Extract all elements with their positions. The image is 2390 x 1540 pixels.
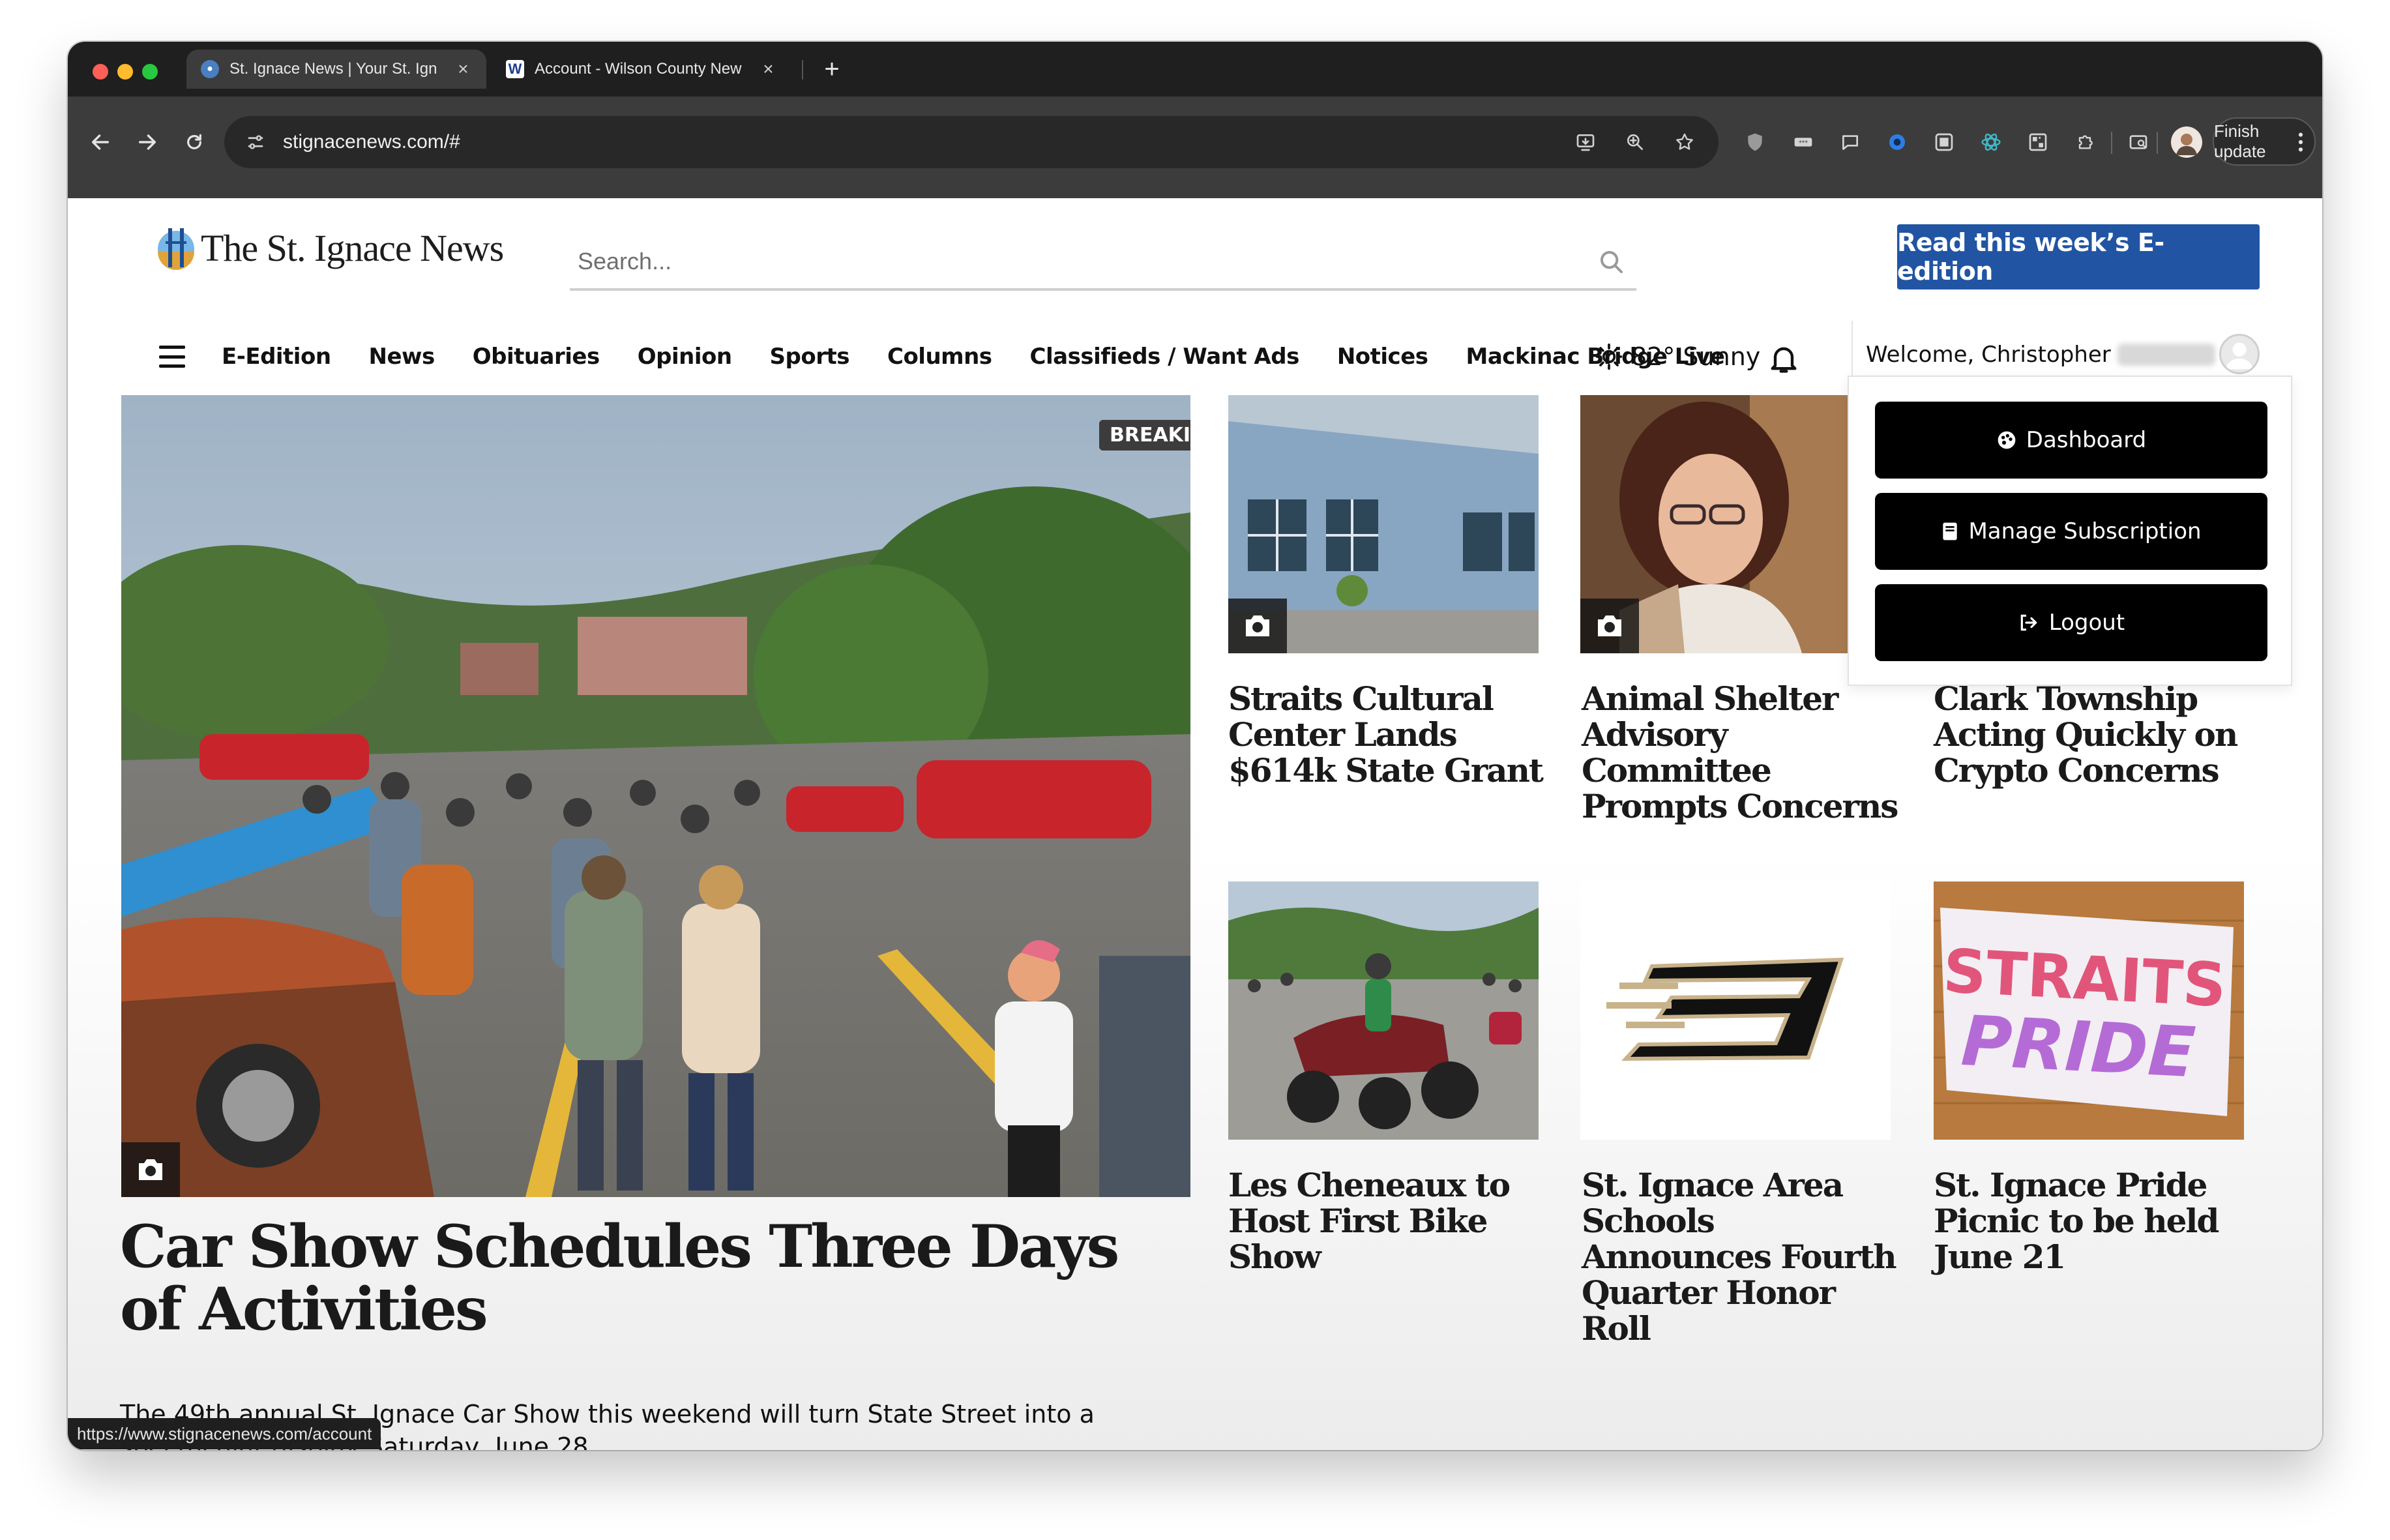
read-eedition-button[interactable]: Read this week’s E-edition: [1897, 224, 2260, 289]
zoom-icon[interactable]: [1617, 124, 1653, 160]
hero-story-image[interactable]: BREAKING: [121, 395, 1190, 1197]
site-search: [570, 235, 1636, 291]
weather-text: 82° Sunny: [1631, 342, 1761, 371]
back-arrow-icon[interactable]: [81, 123, 120, 162]
story-title[interactable]: Straits Cultural Center Lands $614k Stat…: [1228, 681, 1554, 788]
camera-icon: [1580, 599, 1639, 653]
address-bar[interactable]: stignacenews.com/#: [224, 116, 1719, 168]
dashboard-label: Dashboard: [2026, 427, 2147, 453]
search-icon[interactable]: [1599, 249, 1625, 275]
zoom-window-button[interactable]: [142, 64, 158, 80]
browser-menu-icon[interactable]: [2291, 125, 2310, 159]
camera-icon: [121, 1142, 180, 1197]
site-title: The St. Ignace News: [201, 226, 504, 269]
password-extension-icon[interactable]: ***: [1786, 125, 1820, 159]
sun-icon: [1595, 343, 1623, 370]
tab-label: St. Ignace News | Your St. Ign: [229, 60, 437, 78]
story-title[interactable]: Les Cheneaux to Host First Bike Show: [1228, 1167, 1554, 1275]
redacted-name: [2117, 344, 2215, 366]
story-image[interactable]: STRAITS PRIDE: [1934, 881, 2244, 1140]
nav-item-obituaries[interactable]: Obituaries: [473, 344, 600, 370]
dashboard-button[interactable]: Dashboard: [1875, 402, 2267, 479]
st-ignace-favicon-icon: ●: [201, 60, 219, 78]
search-input[interactable]: [570, 248, 1548, 275]
url-text: stignacenews.com/#: [283, 131, 460, 153]
palette-icon: [1998, 431, 2016, 449]
close-tab-icon[interactable]: ×: [760, 59, 777, 80]
reading-mode-icon[interactable]: [2121, 125, 2155, 159]
story-image[interactable]: [1228, 881, 1539, 1140]
nav-item-opinion[interactable]: Opinion: [638, 344, 732, 370]
camera-icon: [1228, 599, 1287, 653]
weather-widget[interactable]: 82° Sunny: [1595, 321, 1760, 392]
story-title[interactable]: St. Ignace Area Schools Announces Fourth…: [1582, 1167, 1908, 1346]
hamburger-menu-icon[interactable]: [159, 346, 185, 368]
chat-extension-icon[interactable]: [1833, 125, 1867, 159]
new-tab-button[interactable]: +: [816, 53, 848, 85]
tab-label: Account - Wilson County New: [535, 60, 742, 78]
atom-extension-icon[interactable]: [1974, 125, 2008, 159]
tab-wilson-county-account[interactable]: W Account - Wilson County New ×: [492, 50, 791, 89]
blue-circle-extension-icon[interactable]: [1880, 125, 1914, 159]
account-dropdown-menu: Dashboard Manage Subscription Logout: [1848, 376, 2292, 686]
reload-icon[interactable]: [175, 123, 214, 162]
pride-sign-line: PRIDE: [1959, 1001, 2197, 1093]
minimize-window-button[interactable]: [117, 64, 133, 80]
story-image[interactable]: [1228, 395, 1539, 653]
svg-text:***: ***: [1799, 140, 1808, 147]
nav-item-e-edition[interactable]: E-Edition: [222, 344, 331, 370]
logout-label: Logout: [2048, 610, 2125, 636]
user-avatar[interactable]: [2219, 334, 2260, 374]
qr-extension-icon[interactable]: [2021, 125, 2055, 159]
nav-item-notices[interactable]: Notices: [1337, 344, 1428, 370]
book-icon: [1943, 522, 1958, 540]
nav-item-sports[interactable]: Sports: [770, 344, 850, 370]
hero-story-title[interactable]: Car Show Schedules Three Days of Activit…: [120, 1215, 1189, 1340]
shield-extension-icon[interactable]: [1738, 125, 1772, 159]
web-page: The St. Ignace News Read this week’s E-e…: [68, 198, 2322, 1450]
close-tab-icon[interactable]: ×: [454, 59, 472, 80]
browser-toolbar: stignacenews.com/# *** Finish update: [68, 96, 2322, 198]
nav-item-columns[interactable]: Columns: [887, 344, 992, 370]
story-title[interactable]: Animal Shelter Advisory Committee Prompt…: [1582, 681, 1908, 824]
close-window-button[interactable]: [93, 64, 108, 80]
forward-arrow-icon[interactable]: [128, 123, 167, 162]
notifications-bell-icon[interactable]: [1767, 342, 1801, 376]
story-image[interactable]: [1580, 881, 1891, 1140]
story-title[interactable]: St. Ignace Pride Picnic to be held June …: [1934, 1167, 2260, 1275]
site-logo[interactable]: The St. Ignace News: [156, 223, 504, 273]
logout-button[interactable]: Logout: [1875, 584, 2267, 661]
tab-st-ignace-news[interactable]: ● St. Ignace News | Your St. Ign ×: [186, 50, 486, 89]
story-image[interactable]: [1580, 395, 1848, 653]
install-app-icon[interactable]: [1567, 124, 1604, 160]
status-bar-url: https://www.stignacenews.com/account: [68, 1418, 381, 1449]
manage-subscription-button[interactable]: Manage Subscription: [1875, 493, 2267, 570]
browser-window: ● St. Ignace News | Your St. Ign × W Acc…: [68, 42, 2322, 1450]
main-nav: E-Edition News Obituaries Opinion Sports…: [159, 321, 1762, 392]
manage-subscription-label: Manage Subscription: [1968, 518, 2202, 544]
story-title[interactable]: Clark Township Acting Quickly on Crypto …: [1934, 681, 2260, 788]
profile-avatar-icon[interactable]: [2171, 126, 2202, 158]
site-settings-icon[interactable]: [243, 129, 269, 155]
tab-strip: ● St. Ignace News | Your St. Ign × W Acc…: [68, 42, 2322, 96]
welcome-text: Welcome, Christopher: [1866, 342, 2111, 368]
wilson-county-favicon-icon: W: [506, 60, 524, 78]
screen-extension-icon[interactable]: [1927, 125, 1961, 159]
nav-item-news[interactable]: News: [369, 344, 435, 370]
breaking-badge: BREAKING: [1099, 420, 1190, 451]
bookmark-star-icon[interactable]: [1666, 124, 1703, 160]
nav-item-classifieds[interactable]: Classifieds / Want Ads: [1030, 344, 1300, 370]
extensions-puzzle-icon[interactable]: [2068, 125, 2102, 159]
bridge-logo-icon: [158, 228, 194, 270]
logout-icon: [2020, 614, 2037, 631]
